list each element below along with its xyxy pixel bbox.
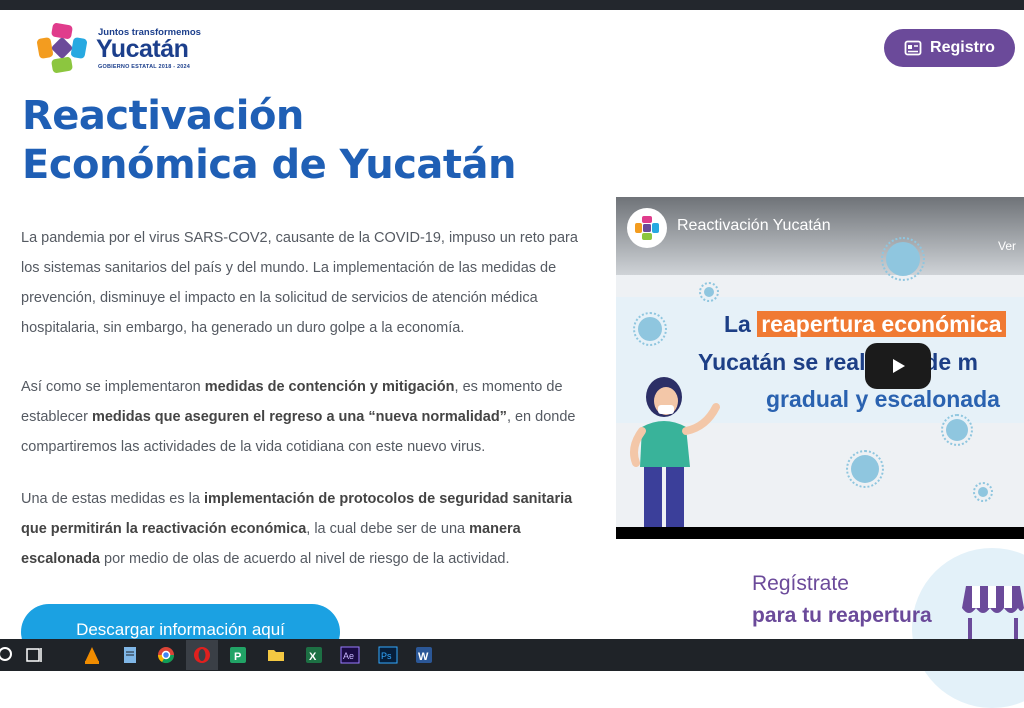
publisher-icon[interactable]: P bbox=[228, 645, 248, 665]
virus-icon bbox=[699, 282, 719, 302]
search-icon[interactable] bbox=[0, 645, 16, 665]
measures-paragraph: Así como se implementaron medidas de con… bbox=[21, 372, 586, 462]
logo-name: Yucatán bbox=[96, 35, 189, 63]
video-title[interactable]: Reactivación Yucatán bbox=[677, 217, 831, 235]
word-icon[interactable]: W bbox=[414, 645, 434, 665]
windows-taskbar: P X Ae Ps W bbox=[0, 639, 1024, 671]
banner-line1-prefix: La bbox=[724, 311, 758, 337]
virus-icon bbox=[941, 414, 973, 446]
play-button[interactable] bbox=[865, 343, 931, 389]
virus-icon bbox=[881, 237, 925, 281]
register-promo[interactable]: Regístrate para tu reapertura bbox=[752, 548, 1024, 708]
intro-paragraph-text: La pandemia por el virus SARS-COV2, caus… bbox=[21, 230, 578, 336]
excel-icon[interactable]: X bbox=[304, 645, 324, 665]
vlc-icon[interactable] bbox=[82, 645, 102, 665]
measures-text-d: medidas que aseguren el regreso a una “n… bbox=[91, 409, 507, 425]
after-effects-icon[interactable]: Ae bbox=[340, 645, 360, 665]
task-view-icon[interactable] bbox=[24, 645, 44, 665]
measures-text-a: Así como se implementaron bbox=[21, 379, 205, 395]
play-icon bbox=[893, 359, 905, 373]
protocols-text-e: por medio de olas de acuerdo al nivel de… bbox=[100, 551, 510, 567]
protocols-text-c: , la cual debe ser de una bbox=[306, 521, 470, 537]
store-awning-icon bbox=[962, 586, 1024, 640]
woman-with-mask-illustration bbox=[630, 377, 720, 527]
virus-icon bbox=[846, 450, 884, 488]
chrome-icon[interactable] bbox=[156, 645, 176, 665]
virus-icon bbox=[973, 482, 993, 502]
yucatan-logo-mark-icon bbox=[37, 23, 87, 73]
protocols-text-a: Una de estas medidas es la bbox=[21, 491, 204, 507]
video-title-bar bbox=[616, 197, 1024, 275]
register-promo-line2: para tu reapertura bbox=[752, 604, 932, 627]
yucatan-logo[interactable]: Juntos transformemos Yucatán GOBIERNO ES… bbox=[36, 22, 206, 74]
channel-logo-icon bbox=[635, 216, 659, 240]
svg-text:P: P bbox=[234, 651, 241, 663]
banner-line2: Yucatán se realizará de m bbox=[698, 349, 978, 375]
page-title: Reactivación Económica de Yucatán bbox=[22, 92, 517, 190]
video-thumbnail[interactable]: Reactivación Yucatán Ver La reapertura e… bbox=[616, 197, 1024, 527]
logo-subtitle: GOBIERNO ESTATAL 2018 - 2024 bbox=[98, 64, 190, 70]
page-title-line1: Reactivación bbox=[22, 93, 304, 139]
svg-text:X: X bbox=[309, 651, 317, 663]
svg-text:Ae: Ae bbox=[343, 651, 354, 661]
video-player[interactable]: Reactivación Yucatán Ver La reapertura e… bbox=[616, 197, 1024, 539]
photoshop-icon[interactable]: Ps bbox=[378, 645, 398, 665]
id-card-icon bbox=[904, 40, 922, 56]
browser-top-strip bbox=[0, 0, 1024, 10]
measures-text-b: medidas de contención y mitigación bbox=[204, 379, 455, 395]
video-watch-later[interactable]: Ver bbox=[998, 239, 1016, 253]
banner-line1-highlight: reapertura económica bbox=[757, 311, 1006, 337]
notepad-icon[interactable] bbox=[120, 645, 140, 665]
page-title-line2: Económica de Yucatán bbox=[22, 142, 517, 188]
channel-logo[interactable] bbox=[627, 208, 667, 248]
protocols-paragraph: Una de estas medidas es la implementació… bbox=[21, 484, 586, 574]
svg-text:Ps: Ps bbox=[381, 651, 392, 661]
intro-paragraph: La pandemia por el virus SARS-COV2, caus… bbox=[21, 223, 586, 343]
registro-label: Registro bbox=[930, 39, 995, 56]
svg-text:W: W bbox=[418, 651, 429, 663]
banner-line3: gradual y escalonada bbox=[766, 386, 1000, 412]
opera-icon[interactable] bbox=[192, 645, 212, 665]
register-promo-line1: Regístrate bbox=[752, 572, 849, 595]
virus-icon bbox=[633, 312, 667, 346]
site-header: Juntos transformemos Yucatán GOBIERNO ES… bbox=[0, 10, 1024, 88]
download-info-label: Descargar información aquí bbox=[76, 620, 285, 639]
banner-line1: La reapertura económica bbox=[724, 311, 1006, 338]
file-explorer-icon[interactable] bbox=[266, 645, 286, 665]
registro-button[interactable]: Registro bbox=[884, 29, 1015, 67]
